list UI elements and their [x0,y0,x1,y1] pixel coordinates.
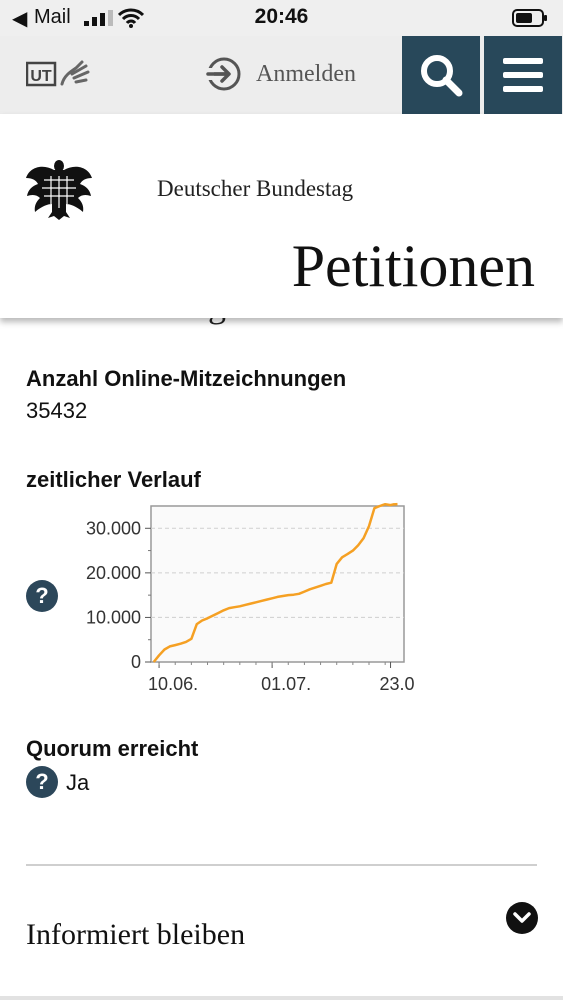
federal-eagle-logo-icon[interactable] [24,158,94,220]
institution-name[interactable]: Deutscher Bundestag [157,176,353,202]
menu-button[interactable] [484,36,562,114]
y-tick-label: 30.000 [86,518,141,538]
online-signatures-label: Anzahl Online-Mitzeichnungen [26,366,347,391]
timeline-help-icon[interactable]: ? [26,580,58,612]
section-divider [26,864,537,866]
hamburger-menu-icon [503,58,543,92]
timeline-label: zeitlicher Verlauf [26,467,201,492]
svg-text:UT: UT [30,68,52,85]
status-bar: ◀ Mail 20:46 [0,0,563,36]
x-tick-label: 23.07. [380,674,414,694]
stay-informed-heading[interactable]: Informiert bleiben [26,918,245,952]
login-button[interactable]: Anmelden [206,56,356,92]
login-arrow-icon [206,57,241,91]
plot-area [150,505,405,663]
battery-icon [512,9,547,27]
expand-button[interactable] [506,902,538,934]
online-signatures-value: 35432 [26,398,88,423]
signature-timeline-chart: 0 10.000 20.000 30.000 10.06. 01.07. 23.07. [86,502,414,694]
search-icon [421,55,463,97]
x-tick-label: 01.07. [261,674,311,694]
login-label: Anmelden [256,60,356,87]
page-title[interactable]: Petitionen [292,232,535,301]
quorum-help-icon[interactable]: ? [26,766,58,798]
site-header: Deutscher Bundestag Petitionen [0,114,563,318]
search-button[interactable] [402,36,480,114]
top-toolbar: UT Anmelden [0,36,563,114]
bottom-edge [0,996,563,1000]
quorum-label: Quorum erreicht [26,736,199,761]
y-tick-label: 20.000 [86,563,141,583]
y-tick-label: 10.000 [86,607,141,627]
chevron-down-icon [513,912,531,923]
status-time: 20:46 [254,5,309,28]
y-tick-label: 0 [131,652,141,672]
ut-sign-language-icon[interactable]: UT [26,58,96,90]
quorum-value: Ja [66,770,90,795]
x-tick-label: 10.06. [148,674,198,694]
